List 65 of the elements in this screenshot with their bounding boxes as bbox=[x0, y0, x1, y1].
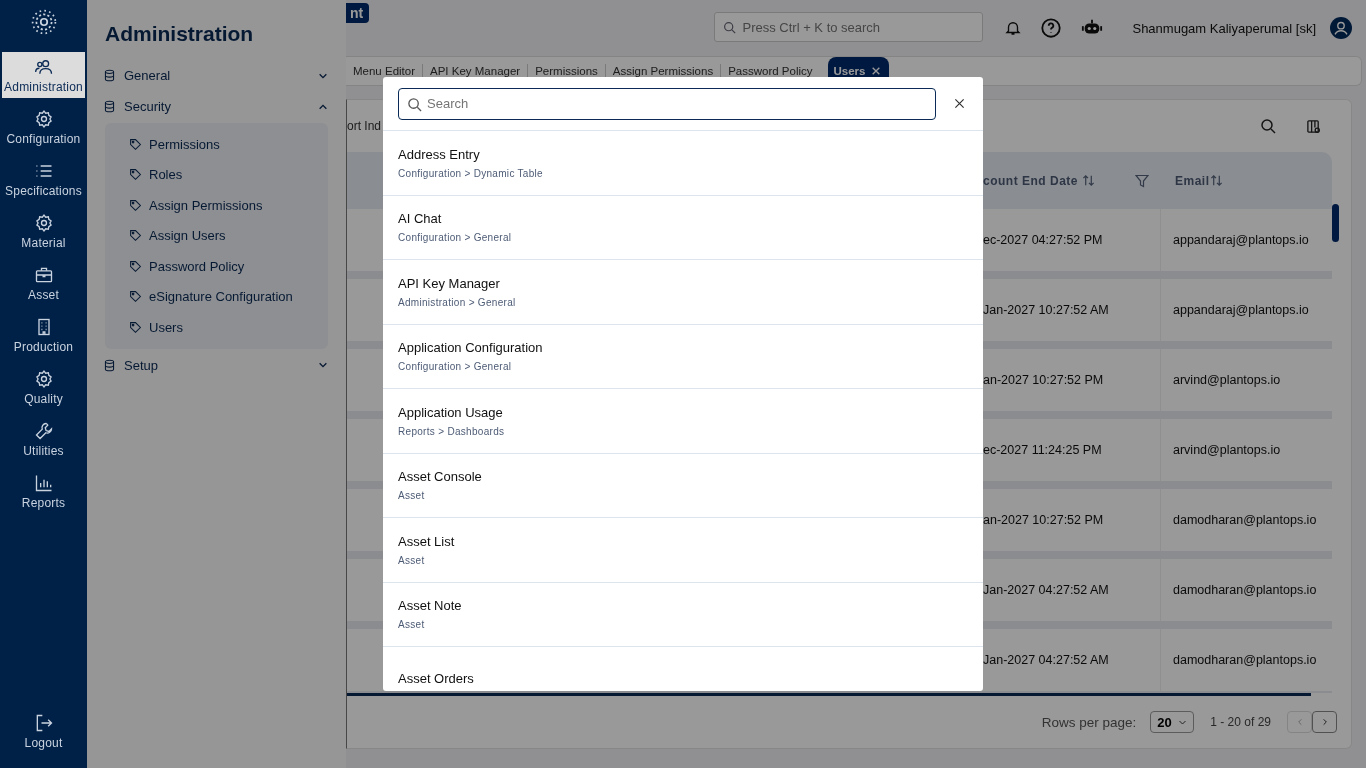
tab[interactable]: Menu Editor bbox=[346, 64, 422, 78]
result-title: Asset List bbox=[398, 533, 456, 549]
submenu-item[interactable]: Assign Users bbox=[105, 220, 328, 251]
rail-item[interactable]: Administration bbox=[2, 52, 85, 98]
rail-item[interactable]: Reports bbox=[2, 468, 85, 514]
submenu-item[interactable]: Assign Permissions bbox=[105, 190, 328, 221]
rail-item[interactable]: Material bbox=[2, 208, 85, 254]
result-title: AI Chat bbox=[398, 211, 443, 227]
search-result[interactable]: Application Configuration Configuration > General bbox=[383, 324, 983, 389]
search-result[interactable]: Asset List Asset bbox=[383, 518, 983, 583]
search-result[interactable]: Asset Orders bbox=[383, 647, 983, 691]
panel-title: Administration bbox=[105, 22, 255, 46]
rail-item[interactable]: Configuration bbox=[2, 104, 85, 150]
search-result[interactable]: API Key Manager Administration > General bbox=[383, 260, 983, 325]
search-result[interactable]: Address Entry Configuration > Dynamic Table bbox=[383, 131, 983, 196]
result-title: Asset Console bbox=[398, 469, 483, 485]
result-title: Asset Orders bbox=[398, 671, 475, 687]
result-path: Reports > Dashboards bbox=[398, 425, 506, 437]
rail-item[interactable]: Quality bbox=[2, 364, 85, 410]
search-result[interactable]: Application Usage Reports > Dashboards bbox=[383, 389, 983, 454]
logout-button[interactable]: Logout bbox=[2, 708, 85, 754]
page-range: 1 - 20 of 29 bbox=[1210, 715, 1271, 729]
search-result[interactable]: AI Chat Configuration > General bbox=[383, 195, 983, 260]
submenu-item[interactable]: eSignature Configuration bbox=[105, 281, 328, 312]
rail-item[interactable]: Asset bbox=[2, 260, 85, 306]
rail-item[interactable]: Utilities bbox=[2, 416, 85, 462]
submenu-item[interactable]: Permissions bbox=[105, 129, 328, 160]
rail-item[interactable]: Production bbox=[2, 312, 85, 358]
result-path: Administration > General bbox=[398, 296, 517, 308]
table-cell-text: appandaraj@plantops.io bbox=[1172, 303, 1309, 317]
result-path: Asset bbox=[398, 554, 426, 566]
app-badge: nt bbox=[346, 3, 370, 23]
submenu-item[interactable]: Roles bbox=[105, 159, 328, 190]
table-cell-text: arvind@plantops.io bbox=[1172, 443, 1281, 457]
menu-group[interactable]: Setup bbox=[103, 349, 328, 381]
menu-group[interactable]: General bbox=[103, 60, 328, 91]
search-field[interactable]: Search bbox=[398, 87, 936, 120]
table-cell-text: damodharan@plantops.io bbox=[1172, 513, 1317, 527]
toolbar-text: ort Ind bbox=[347, 119, 382, 133]
result-title: Asset Note bbox=[398, 598, 463, 614]
global-search-field[interactable]: Press Ctrl + K to search bbox=[714, 12, 984, 42]
page-size-select[interactable]: 20 bbox=[1150, 711, 1195, 733]
table-cell-text: appandaraj@plantops.io bbox=[1172, 233, 1309, 247]
column-header[interactable]: count End Date bbox=[983, 173, 1078, 188]
result-path: Asset bbox=[398, 619, 426, 631]
table-cell-text: damodharan@plantops.io bbox=[1172, 653, 1317, 667]
user-name: Shanmugam Kaliyaperumal [sk] bbox=[1132, 20, 1316, 36]
column-header[interactable]: Email bbox=[1175, 173, 1210, 188]
result-path: Configuration > General bbox=[398, 232, 513, 244]
submenu-item[interactable]: Password Policy bbox=[105, 251, 328, 282]
submenu-item[interactable]: Users bbox=[105, 312, 328, 343]
rail-item[interactable]: Specifications bbox=[2, 156, 85, 202]
search-result[interactable]: Asset Note Asset bbox=[383, 582, 983, 647]
result-path: Configuration > General bbox=[398, 361, 513, 373]
result-title: Application Usage bbox=[398, 404, 504, 420]
result-path: Asset bbox=[398, 490, 426, 502]
rows-per-page-label: Rows per page: bbox=[1041, 714, 1137, 730]
result-path: Configuration > Dynamic Table bbox=[398, 167, 544, 179]
table-cell-text: arvind@plantops.io bbox=[1172, 373, 1281, 387]
result-title: API Key Manager bbox=[398, 275, 501, 291]
table-cell-text: damodharan@plantops.io bbox=[1172, 583, 1317, 597]
result-title: Address Entry bbox=[398, 146, 481, 162]
result-title: Application Configuration bbox=[398, 340, 544, 356]
search-result[interactable]: Asset Console Asset bbox=[383, 453, 983, 518]
menu-group[interactable]: Security bbox=[103, 91, 328, 122]
